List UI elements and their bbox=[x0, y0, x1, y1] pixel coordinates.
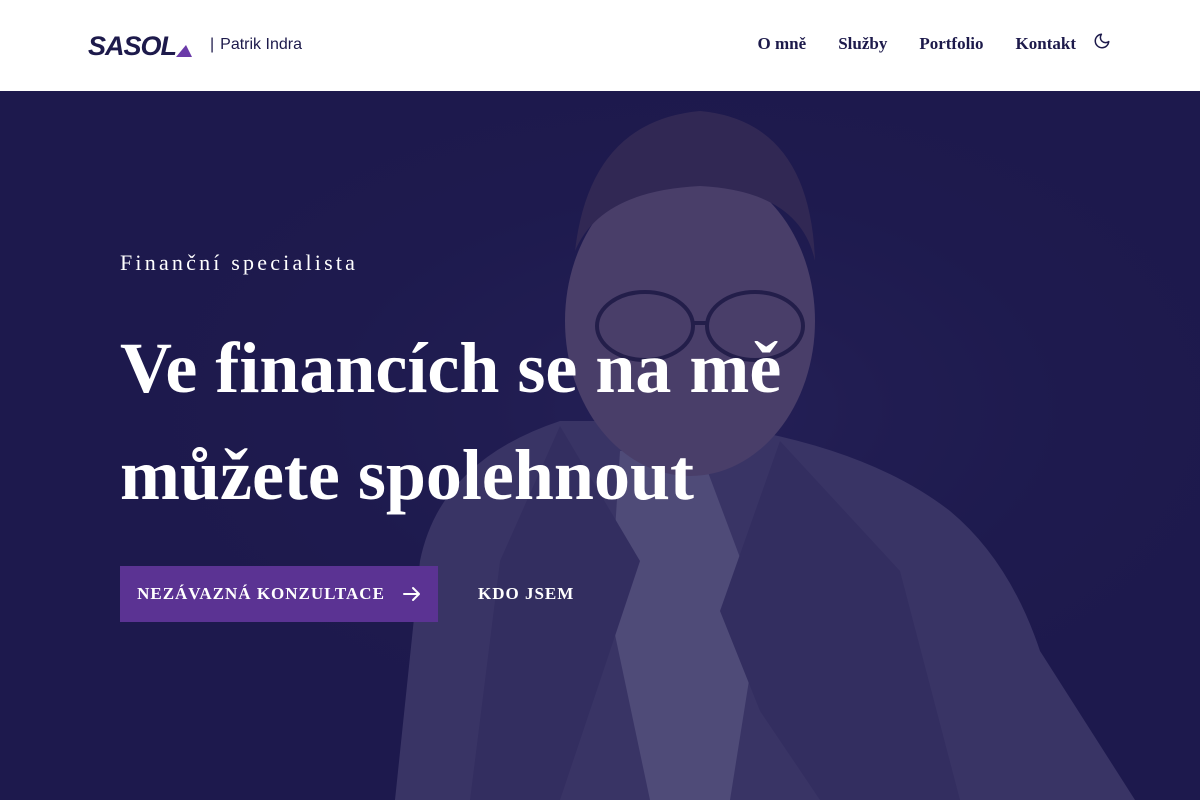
nav-link-kontakt[interactable]: Kontakt bbox=[1016, 34, 1076, 54]
nav-link-sluzby[interactable]: Služby bbox=[838, 34, 887, 54]
hero-section: Finanční specialista Ve financích se na … bbox=[0, 91, 1200, 800]
consultation-button-label: NEZÁVAZNÁ KONZULTACE bbox=[137, 584, 385, 603]
arrow-right-icon bbox=[402, 587, 420, 601]
main-nav: O mně Služby Portfolio Kontakt bbox=[758, 34, 1076, 54]
svg-text:SASOL: SASOL bbox=[88, 31, 176, 60]
consultation-button[interactable]: NEZÁVAZNÁ KONZULTACE bbox=[120, 566, 438, 622]
nav-link-portfolio[interactable]: Portfolio bbox=[919, 34, 983, 54]
site-header: SASOL | Patrik Indra O mně Služby Portfo… bbox=[0, 0, 1200, 91]
nav-link-o-mne[interactable]: O mně bbox=[758, 34, 807, 54]
hero-headline: Ve financích se na mě můžete spolehnout bbox=[120, 328, 782, 515]
moon-icon[interactable] bbox=[1093, 32, 1111, 50]
logo-name: Patrik Indra bbox=[220, 36, 302, 53]
hero-eyebrow: Finanční specialista bbox=[120, 250, 359, 275]
sasol-logo-icon: SASOL bbox=[88, 31, 192, 60]
site-logo[interactable]: SASOL | Patrik Indra bbox=[88, 30, 302, 60]
about-me-button[interactable]: KDO JSEM bbox=[466, 566, 586, 622]
logo-separator: | bbox=[210, 36, 215, 53]
